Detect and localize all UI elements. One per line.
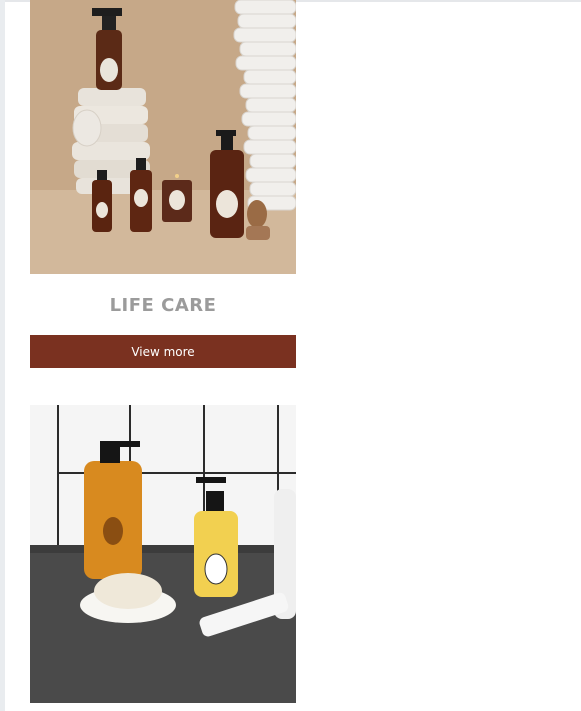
- product-image-bathroom[interactable]: [30, 405, 296, 703]
- view-more-button[interactable]: View more: [30, 335, 296, 368]
- card-title: LIFE CARE: [109, 295, 217, 316]
- page-left-edge: [0, 0, 5, 711]
- product-image-life-care[interactable]: [30, 0, 296, 274]
